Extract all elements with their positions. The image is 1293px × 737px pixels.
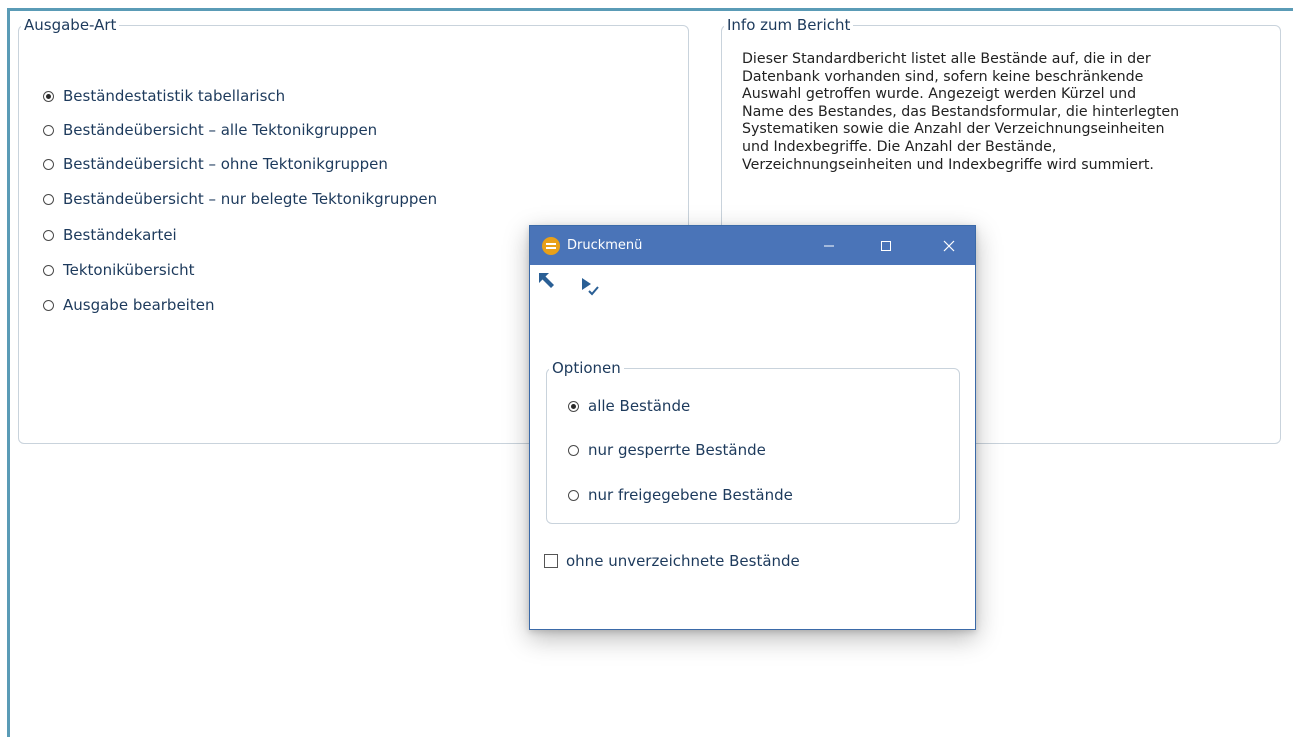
maximize-icon	[881, 240, 891, 251]
optionen-legend: Optionen	[552, 359, 621, 377]
option-label: nur freigegebene Bestände	[588, 486, 793, 504]
option-label: nur gesperrte Bestände	[588, 441, 766, 459]
radio-icon[interactable]	[43, 264, 54, 276]
info-line: Dieser Standardbericht listet alle Bestä…	[742, 51, 1151, 67]
close-icon	[943, 240, 955, 251]
info-text: Dieser Standardbericht listet alle Bestä…	[742, 51, 1272, 174]
option-label: Beständeübersicht – nur belegte Tektonik…	[63, 190, 438, 208]
info-line: Datenbank vorhanden sind, sofern keine b…	[742, 68, 1144, 85]
radio-icon[interactable]	[568, 400, 579, 412]
checkbox-label: ohne unverzeichnete Bestände	[566, 552, 800, 570]
radio-icon[interactable]	[43, 90, 54, 102]
option-uebersicht-alle-tektonikgruppen[interactable]: Beständeübersicht – alle Tektonikgruppen	[43, 121, 377, 139]
radio-icon[interactable]	[43, 158, 54, 170]
option-nur-gesperrte-bestaende[interactable]: nur gesperrte Bestände	[568, 441, 766, 459]
run-button[interactable]	[580, 276, 602, 303]
option-label: Tektonikübersicht	[63, 261, 195, 279]
info-line: Verzeichnungseinheiten und Indexbegriffe…	[742, 156, 1154, 173]
minimize-icon	[824, 245, 834, 246]
option-nur-freigegebene-bestaende[interactable]: nur freigegebene Bestände	[568, 486, 793, 504]
minimize-button[interactable]	[806, 226, 852, 265]
option-bestaendekartei[interactable]: Beständekartei	[43, 226, 177, 244]
radio-icon[interactable]	[43, 193, 54, 205]
option-label: Beständestatistik tabellarisch	[63, 87, 286, 105]
druckmenue-dialog: Druckmenü Optionen alle Bestände nur ges…	[529, 225, 976, 630]
option-tektonikuebersicht[interactable]: Tektonikübersicht	[43, 261, 195, 279]
option-label: Beständekartei	[63, 226, 177, 244]
back-button[interactable]	[536, 270, 558, 297]
option-uebersicht-ohne-tektonikgruppen[interactable]: Beständeübersicht – ohne Tektonikgruppen	[43, 155, 388, 173]
radio-icon[interactable]	[568, 489, 579, 501]
info-legend: Info zum Bericht	[727, 16, 851, 34]
info-line: Systematiken sowie die Anzahl der Verzei…	[742, 121, 1165, 138]
radio-icon[interactable]	[43, 229, 54, 241]
maximize-button[interactable]	[863, 226, 909, 265]
ohne-unverzeichnete-checkbox-row[interactable]: ohne unverzeichnete Bestände	[544, 552, 800, 570]
dialog-titlebar[interactable]: Druckmenü	[530, 226, 975, 265]
option-bestaendestatistik-tabellarisch[interactable]: Beständestatistik tabellarisch	[43, 87, 285, 105]
info-line: Auswahl getroffen wurde. Angezeigt werde…	[742, 86, 1137, 103]
dialog-title: Druckmenü	[567, 238, 643, 253]
play-check-icon	[582, 278, 599, 296]
option-ausgabe-bearbeiten[interactable]: Ausgabe bearbeiten	[43, 296, 214, 314]
option-uebersicht-nur-belegte-tektonikgruppen[interactable]: Beständeübersicht – nur belegte Tektonik…	[43, 190, 437, 208]
option-label: Beständeübersicht – alle Tektonikgruppen	[63, 121, 378, 139]
radio-icon[interactable]	[43, 124, 54, 136]
option-label: Ausgabe bearbeiten	[63, 296, 215, 314]
option-alle-bestaende[interactable]: alle Bestände	[568, 397, 690, 415]
close-button[interactable]	[926, 226, 972, 265]
option-label: Beständeübersicht – ohne Tektonikgruppen	[63, 155, 388, 173]
app-logo-icon	[542, 236, 560, 255]
ohne-unverzeichnete-checkbox[interactable]	[544, 554, 558, 568]
radio-icon[interactable]	[568, 444, 579, 456]
arrow-up-left-icon	[539, 273, 554, 288]
option-label: alle Bestände	[588, 397, 691, 415]
ausgabe-art-legend: Ausgabe-Art	[24, 16, 117, 34]
info-line: Name des Bestandes, das Bestandsformular…	[742, 103, 1180, 120]
info-line: und Indexbegriffe. Die Anzahl der Bestän…	[742, 138, 1057, 155]
radio-icon[interactable]	[43, 299, 54, 311]
